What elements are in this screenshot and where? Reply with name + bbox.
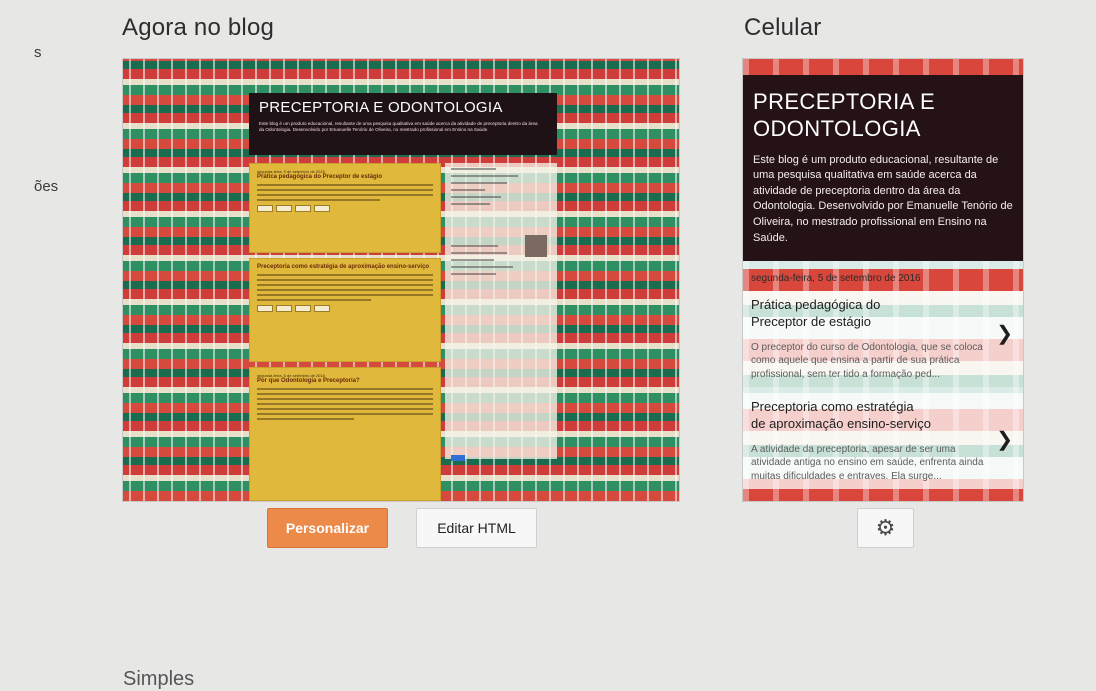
mobile-post-item[interactable]: Prática pedagógica do Preceptor de estág… (743, 291, 1023, 387)
desktop-sidebar-widgets (445, 163, 557, 461)
share-buttons (257, 205, 433, 212)
mobile-blog-header: PRECEPTORIA E ODONTOLOGIA Este blog é um… (743, 75, 1023, 261)
sidebar-fragment-2[interactable]: ões (34, 178, 58, 195)
chevron-right-icon[interactable]: ❯ (996, 427, 1013, 452)
mobile-post-snippet: O preceptor do curso de Odontologia, que… (751, 341, 983, 380)
desktop-post: segunda-feira, 5 de setembro de 2016 Por… (249, 367, 441, 501)
sidebar-fragment-1[interactable]: s (34, 44, 42, 61)
desktop-post-title: Preceptoria como estratégia de aproximaç… (257, 264, 430, 270)
gear-icon: ⚙ (875, 515, 896, 540)
desktop-preview[interactable]: PRECEPTORIA E ODONTOLOGIA Este blog é um… (122, 58, 680, 502)
mobile-post-snippet: A atividade da preceptoria, apesar de se… (751, 443, 984, 482)
mobile-post-title: Prática pedagógica do Preceptor de estág… (751, 297, 881, 329)
mobile-post-item[interactable]: Preceptoria como estratégia de aproximaç… (743, 393, 1023, 489)
template-section-heading: Simples (123, 668, 195, 690)
mobile-blog-title: PRECEPTORIA E ODONTOLOGIA (753, 89, 936, 141)
desktop-post-column: segunda-feira, 5 de setembro de 2016 Prá… (249, 163, 441, 501)
mobile-post-title: Preceptoria como estratégia de aproximaç… (751, 399, 931, 431)
edit-html-button[interactable]: Editar HTML (416, 508, 537, 548)
mobile-settings-button[interactable]: ⚙ (857, 508, 914, 548)
profile-avatar (525, 235, 547, 257)
desktop-post: segunda-feira, 5 de setembro de 2016 Prá… (249, 163, 441, 253)
subscribe-button (451, 455, 465, 461)
desktop-blog-description: Este blog é um produto educacional, resu… (259, 121, 538, 133)
share-buttons (257, 305, 433, 312)
desktop-post: Preceptoria como estratégia de aproximaç… (249, 258, 441, 362)
mobile-preview[interactable]: PRECEPTORIA E ODONTOLOGIA Este blog é um… (742, 58, 1024, 502)
mobile-post-date: segunda-feira, 5 de setembro de 2016 (751, 273, 921, 284)
desktop-post-title: Por que Odontologia e Preceptoria? (257, 378, 360, 384)
mobile-preview-heading: Celular (744, 14, 822, 41)
desktop-post-title: Prática pedagógica do Preceptor de estág… (257, 174, 383, 180)
mobile-blog-description: Este blog é um produto educacional, resu… (753, 153, 1013, 244)
customize-button[interactable]: Personalizar (267, 508, 388, 548)
desktop-blog-title: PRECEPTORIA E ODONTOLOGIA (259, 99, 503, 116)
desktop-blog-header: PRECEPTORIA E ODONTOLOGIA Este blog é um… (249, 93, 557, 155)
desktop-preview-heading: Agora no blog (122, 14, 275, 41)
chevron-right-icon[interactable]: ❯ (996, 321, 1013, 346)
